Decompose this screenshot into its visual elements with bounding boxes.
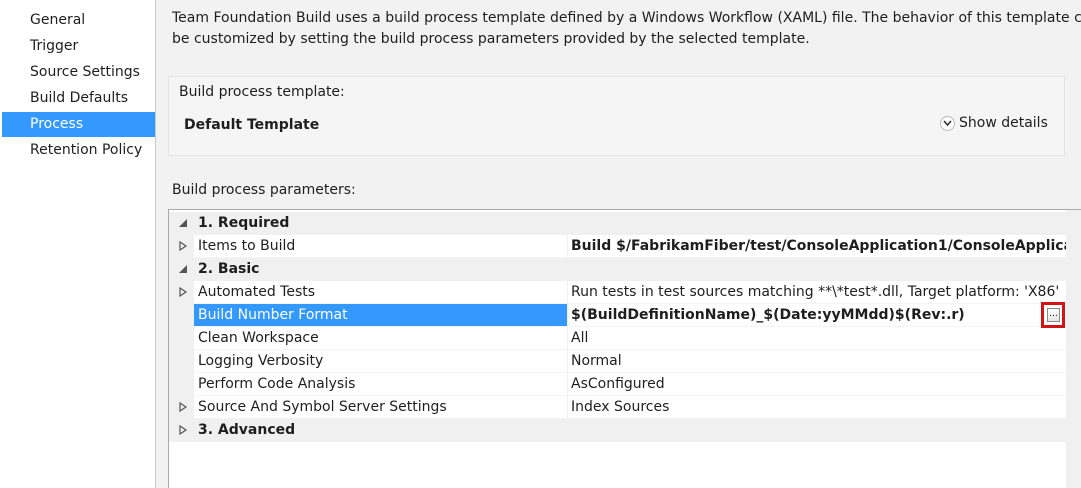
sidebar-item-general[interactable]: General bbox=[2, 8, 155, 33]
collapse-triangle-icon[interactable] bbox=[178, 264, 188, 274]
param-name: Source And Symbol Server Settings bbox=[194, 396, 567, 419]
param-row-clean-workspace[interactable]: Clean Workspace All bbox=[169, 327, 1066, 350]
row-gutter bbox=[169, 350, 194, 373]
param-value[interactable]: $(BuildDefinitionName)_$(Date:yyMMdd)$(R… bbox=[567, 304, 1066, 327]
show-details-button[interactable]: Show details bbox=[940, 115, 1048, 131]
chevron-down-circle-icon bbox=[940, 115, 955, 131]
show-details-label: Show details bbox=[959, 115, 1048, 131]
param-row-items-to-build[interactable]: Items to Build Build $/FabrikamFiber/tes… bbox=[169, 235, 1066, 258]
param-value[interactable]: Normal bbox=[567, 350, 1066, 373]
param-name: Logging Verbosity bbox=[194, 350, 567, 373]
param-value[interactable]: Build $/FabrikamFiber/test/ConsoleApplic… bbox=[567, 235, 1066, 258]
category-basic: 2. Basic bbox=[169, 258, 1066, 281]
row-gutter bbox=[169, 373, 194, 396]
parameters-grid: 1. Required Items to Build Build $/Fabri… bbox=[168, 209, 1081, 488]
parameters-label: Build process parameters: bbox=[172, 182, 356, 198]
build-process-template-panel: Build process template: Default Template… bbox=[168, 76, 1065, 156]
sidebar-item-retention-policy[interactable]: Retention Policy bbox=[2, 138, 155, 163]
row-gutter bbox=[169, 304, 194, 327]
param-value[interactable]: Index Sources bbox=[567, 396, 1066, 419]
ellipsis-button-highlight: ... bbox=[1041, 302, 1065, 328]
param-name: Build Number Format bbox=[194, 304, 567, 327]
category-required: 1. Required bbox=[169, 212, 1066, 235]
grid-right-gutter bbox=[1066, 210, 1081, 488]
sidebar-item-build-defaults[interactable]: Build Defaults bbox=[2, 86, 155, 111]
param-row-perform-code-analysis[interactable]: Perform Code Analysis AsConfigured bbox=[169, 373, 1066, 396]
param-name: Items to Build bbox=[194, 235, 567, 258]
settings-sidebar: General Trigger Source Settings Build De… bbox=[0, 0, 156, 488]
param-row-build-number-format[interactable]: Build Number Format $(BuildDefinitionNam… bbox=[169, 304, 1066, 327]
description-line-2: be customized by setting the build proce… bbox=[172, 31, 810, 47]
build-number-format-ellipsis-button[interactable]: ... bbox=[1047, 308, 1060, 322]
param-value[interactable]: All bbox=[567, 327, 1066, 350]
param-row-automated-tests[interactable]: Automated Tests Run tests in test source… bbox=[169, 281, 1066, 304]
expand-triangle-icon[interactable] bbox=[178, 241, 188, 251]
param-value[interactable]: AsConfigured bbox=[567, 373, 1066, 396]
param-row-logging-verbosity[interactable]: Logging Verbosity Normal bbox=[169, 350, 1066, 373]
row-gutter bbox=[169, 235, 194, 258]
expand-triangle-icon[interactable] bbox=[178, 425, 188, 435]
expand-triangle-icon[interactable] bbox=[178, 402, 188, 412]
collapse-triangle-icon[interactable] bbox=[178, 218, 188, 228]
param-name: Automated Tests bbox=[194, 281, 567, 304]
description-line-1: Team Foundation Build uses a build proce… bbox=[172, 10, 1081, 26]
template-label: Build process template: bbox=[179, 84, 345, 100]
row-gutter bbox=[169, 327, 194, 350]
param-value[interactable]: Run tests in test sources matching **\*t… bbox=[567, 281, 1066, 304]
process-description: Team Foundation Build uses a build proce… bbox=[172, 8, 1081, 50]
row-gutter bbox=[169, 281, 194, 304]
row-gutter bbox=[169, 396, 194, 419]
expand-triangle-icon[interactable] bbox=[178, 287, 188, 297]
param-name: Clean Workspace bbox=[194, 327, 567, 350]
sidebar-item-trigger[interactable]: Trigger bbox=[2, 34, 155, 59]
sidebar-item-process[interactable]: Process bbox=[2, 112, 155, 137]
sidebar-item-source-settings[interactable]: Source Settings bbox=[2, 60, 155, 85]
template-name: Default Template bbox=[184, 117, 320, 133]
param-row-source-symbol-server[interactable]: Source And Symbol Server Settings Index … bbox=[169, 396, 1066, 419]
category-label: 2. Basic bbox=[198, 261, 260, 277]
param-name: Perform Code Analysis bbox=[194, 373, 567, 396]
category-label: 1. Required bbox=[198, 215, 290, 231]
category-advanced: 3. Advanced bbox=[169, 419, 1066, 442]
category-label: 3. Advanced bbox=[198, 422, 296, 438]
